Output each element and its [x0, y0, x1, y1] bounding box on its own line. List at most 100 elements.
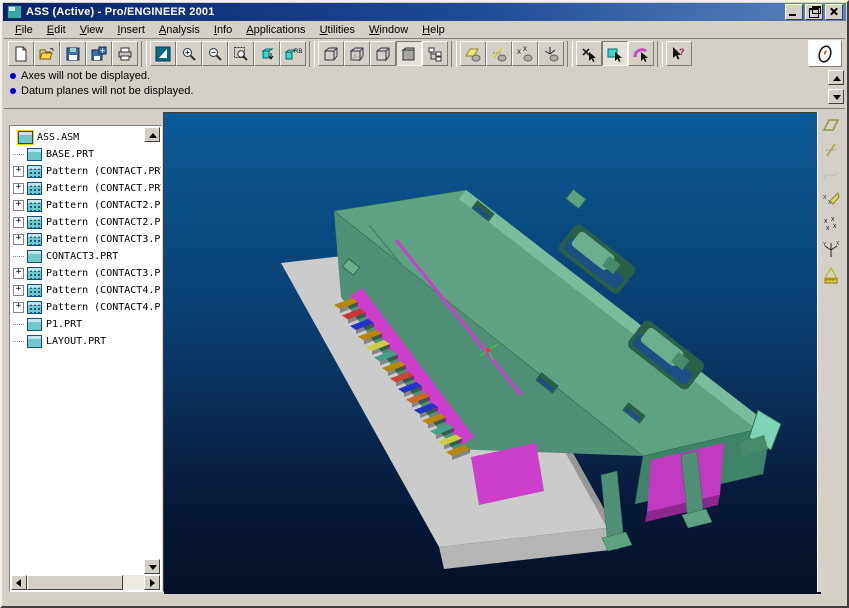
datum-axis-tool-button[interactable]	[819, 138, 843, 162]
tree-item[interactable]: CONTACT3.PRT	[11, 248, 146, 265]
tree-item[interactable]: + Pattern (CONTACT4.PR	[11, 299, 146, 316]
csys-toggle-icon	[542, 46, 560, 62]
toolbar-separator	[657, 41, 663, 67]
menu-analysis[interactable]: Analysis	[152, 23, 207, 37]
tree-item[interactable]: + Pattern (CONTACT2.PR	[11, 197, 146, 214]
menu-edit[interactable]: Edit	[40, 23, 73, 37]
tree-item[interactable]: + Pattern (CONTACT3.PR	[11, 231, 146, 248]
menu-utilities[interactable]: Utilities	[313, 23, 362, 37]
tree-scroll-down-button[interactable]	[144, 559, 160, 574]
expand-plus-icon[interactable]: +	[13, 200, 24, 211]
saved-views-button[interactable]: RB	[280, 41, 306, 66]
datum-planes-toggle-button[interactable]	[460, 41, 486, 66]
model-tree-toggle-button[interactable]	[422, 41, 448, 66]
toolbar-separator	[309, 41, 315, 67]
expand-plus-icon[interactable]: +	[13, 268, 24, 279]
model-canvas[interactable]	[164, 113, 821, 598]
expand-plus-icon[interactable]: +	[13, 302, 24, 313]
expand-plus-icon[interactable]: +	[13, 183, 24, 194]
shading-button[interactable]	[396, 41, 422, 66]
refit-button[interactable]	[228, 41, 254, 66]
datum-point-tool-button[interactable]: xx	[819, 188, 843, 212]
analysis-measure-tool-icon	[822, 266, 840, 284]
menu-window[interactable]: Window	[362, 23, 415, 37]
menu-applications[interactable]: Applications	[239, 23, 312, 37]
tree-item[interactable]: + Pattern (CONTACT.PRT	[11, 180, 146, 197]
open-file-button[interactable]	[34, 41, 60, 66]
datum-plane-tool-button[interactable]	[819, 113, 843, 137]
tree-item[interactable]: + Pattern (CONTACT3.PR	[11, 265, 146, 282]
datum-axes-toggle-button[interactable]	[486, 41, 512, 66]
hidden-line-button[interactable]	[344, 41, 370, 66]
box-pick-button[interactable]	[602, 41, 628, 66]
tree-item[interactable]: P1.PRT	[11, 316, 146, 333]
save-backup-button[interactable]	[86, 41, 112, 66]
tree-item[interactable]: + Pattern (CONTACT.PRT	[11, 163, 146, 180]
wireframe-button[interactable]	[318, 41, 344, 66]
graphics-viewport[interactable]	[163, 112, 824, 592]
new-file-icon	[13, 46, 29, 62]
title-bar[interactable]: ASS (Active) - Pro/ENGINEER 2001	[3, 3, 846, 21]
coordinate-system-tool-button[interactable]: YX	[819, 238, 843, 262]
part-icon	[27, 250, 42, 263]
save-floppy-icon	[65, 46, 81, 62]
datum-toolbar: xx xxxx YX	[817, 112, 844, 592]
menu-file[interactable]: File	[8, 23, 40, 37]
tree-scroll-left-button[interactable]	[11, 575, 27, 590]
menu-info[interactable]: Info	[207, 23, 239, 37]
arrow-right-icon	[150, 579, 155, 587]
expand-plus-icon[interactable]: +	[13, 234, 24, 245]
tree-item[interactable]: LAYOUT.PRT	[11, 333, 146, 350]
save-file-button[interactable]	[60, 41, 86, 66]
tree-scroll-up-button[interactable]	[144, 127, 160, 142]
svg-text:x: x	[523, 46, 527, 53]
tree-item[interactable]: + Pattern (CONTACT4.PR	[11, 282, 146, 299]
message-scrollbar[interactable]	[828, 70, 844, 106]
close-button[interactable]	[825, 4, 843, 20]
analysis-measure-tool-button[interactable]	[819, 263, 843, 287]
saved-views-icon: RB	[284, 46, 302, 62]
save-backup-icon	[91, 46, 107, 62]
expand-plus-icon[interactable]: +	[13, 166, 24, 177]
part-icon	[27, 318, 42, 331]
orient-mode-button[interactable]	[254, 41, 280, 66]
scroll-down-button[interactable]	[828, 89, 844, 104]
tree-item-root[interactable]: ASS.ASM	[11, 129, 146, 146]
message-line: Datum planes will not be displayed.	[4, 83, 845, 98]
minimize-button[interactable]	[785, 4, 803, 20]
context-help-button[interactable]: ?	[666, 41, 692, 66]
tree-item[interactable]: BASE.PRT	[11, 146, 146, 163]
smart-pick-button[interactable]	[628, 41, 654, 66]
tree-horizontal-scrollbar[interactable]	[11, 575, 160, 590]
zoom-out-button[interactable]	[202, 41, 228, 66]
arrow-left-icon	[16, 579, 21, 587]
repaint-button[interactable]	[150, 41, 176, 66]
offset-points-tool-button[interactable]: xxxx	[819, 213, 843, 237]
menu-help[interactable]: Help	[415, 23, 452, 37]
csys-toggle-button[interactable]	[538, 41, 564, 66]
minimize-icon	[789, 14, 796, 16]
point-symbols-toggle-button[interactable]: xx	[512, 41, 538, 66]
tree-scroll-right-button[interactable]	[144, 575, 160, 590]
print-button[interactable]	[112, 41, 138, 66]
menu-view[interactable]: View	[73, 23, 111, 37]
menu-insert[interactable]: Insert	[110, 23, 152, 37]
expand-plus-icon[interactable]: +	[13, 285, 24, 296]
tree-scrollbar-thumb[interactable]	[27, 575, 123, 590]
expand-plus-icon[interactable]: +	[13, 217, 24, 228]
model-tree-panel[interactable]: ASS.ASM BASE.PRT + Pattern (CONTACT.PRT …	[9, 125, 162, 592]
no-hidden-button[interactable]	[370, 41, 396, 66]
selection-filter-button[interactable]	[576, 41, 602, 66]
datum-curve-tool-button[interactable]	[819, 163, 843, 187]
pattern-icon	[27, 216, 42, 229]
zoom-in-button[interactable]	[176, 41, 202, 66]
coordinate-system-tool-icon: YX	[822, 241, 840, 259]
pattern-icon	[27, 301, 42, 314]
restore-button[interactable]	[805, 4, 823, 20]
hidden-line-icon	[349, 46, 365, 62]
zoom-out-icon	[207, 46, 223, 62]
scroll-up-button[interactable]	[828, 70, 844, 85]
proe-logo-button[interactable]	[808, 40, 842, 67]
tree-item[interactable]: + Pattern (CONTACT2.PR	[11, 214, 146, 231]
new-file-button[interactable]	[8, 41, 34, 66]
